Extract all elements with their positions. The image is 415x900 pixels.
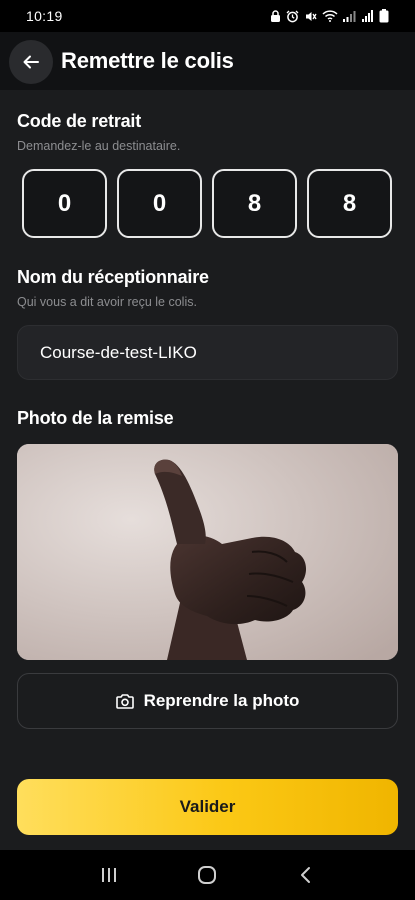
code-digit-2[interactable]: 0: [117, 169, 202, 238]
signal-2-icon: [362, 10, 373, 22]
recents-icon: [102, 868, 117, 882]
nav-home-button[interactable]: [187, 855, 227, 895]
lock-icon: [271, 10, 280, 22]
mute-icon: [306, 11, 317, 21]
app-header: Remettre le colis: [0, 32, 415, 90]
battery-icon: [379, 9, 389, 23]
status-icons: [270, 9, 389, 23]
pickup-code-title: Code de retrait: [17, 111, 142, 131]
camera-icon: [115, 694, 134, 709]
pickup-code-input: 0 0 8 8: [22, 169, 392, 238]
receiver-name-title: Nom du réceptionnaire: [17, 267, 209, 287]
photo-title: Photo de la remise: [17, 408, 174, 428]
chevron-left-icon: [300, 867, 310, 883]
retake-photo-label: Reprendre la photo: [143, 691, 300, 710]
status-bar: 10:19: [0, 0, 415, 32]
nav-back-button[interactable]: [286, 855, 326, 895]
validate-label: Valider: [179, 797, 236, 816]
system-nav-bar: [0, 850, 415, 900]
validate-button[interactable]: Valider: [17, 779, 398, 835]
receiver-name-subtitle: Qui vous a dit avoir reçu le colis.: [17, 295, 197, 309]
receiver-name-input[interactable]: [17, 325, 398, 380]
wifi-icon: [322, 10, 338, 22]
page-title: Remettre le colis: [61, 48, 234, 73]
signal-icon: [343, 11, 356, 22]
thumbs-up-photo-image: [17, 444, 398, 660]
home-icon: [198, 866, 217, 884]
nav-recents-button[interactable]: [89, 855, 129, 895]
delivery-photo: [17, 444, 398, 660]
pickup-code-subtitle: Demandez-le au destinataire.: [17, 139, 181, 153]
back-button[interactable]: [9, 40, 53, 84]
status-time: 10:19: [26, 8, 63, 24]
code-digit-1[interactable]: 0: [22, 169, 107, 238]
alarm-icon: [286, 10, 299, 22]
arrow-left-icon: [23, 55, 39, 69]
code-digit-3[interactable]: 8: [212, 169, 297, 238]
code-digit-4[interactable]: 8: [307, 169, 392, 238]
retake-photo-button[interactable]: Reprendre la photo: [17, 673, 398, 729]
